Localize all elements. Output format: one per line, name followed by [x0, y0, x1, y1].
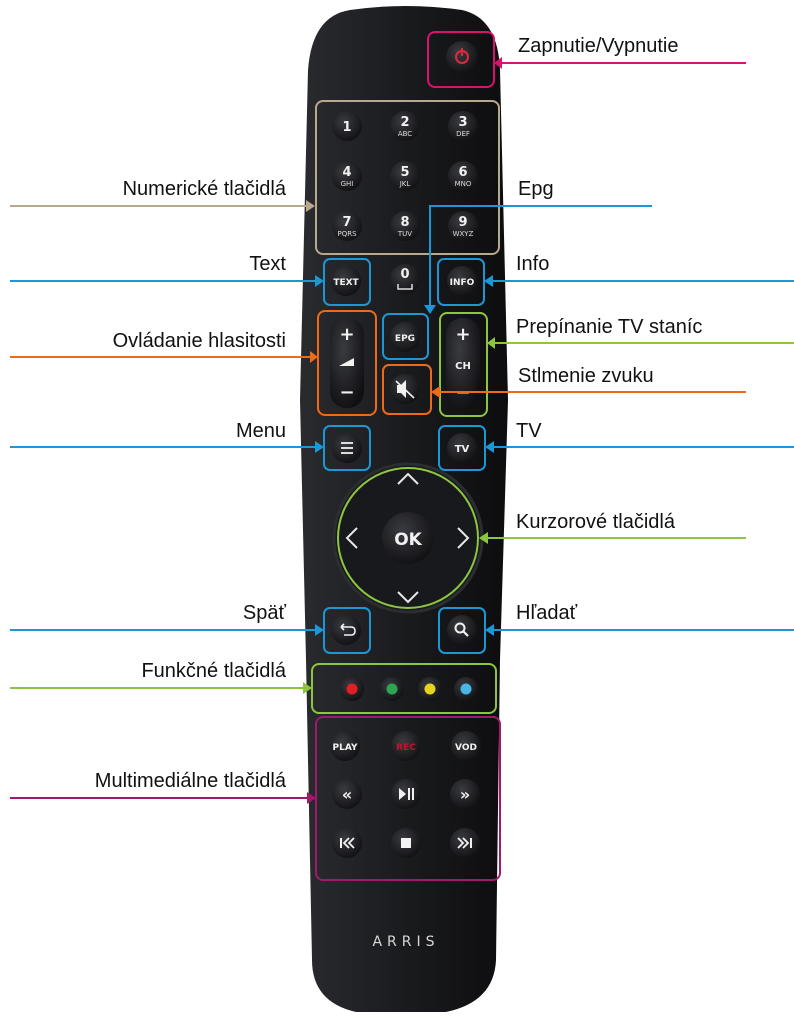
key-6-letters: MNO: [455, 180, 472, 188]
key-3-label: 3: [458, 115, 467, 130]
back-label: Späť: [243, 602, 287, 624]
key-0-label: 0: [400, 267, 409, 282]
key-3[interactable]: 3DEF: [448, 111, 478, 141]
key-8-label: 8: [400, 215, 409, 230]
key-9[interactable]: 9WXYZ: [448, 211, 478, 241]
skip-forward-button[interactable]: [450, 828, 480, 858]
channel-label: CH: [455, 361, 471, 372]
channel-up-label: +: [455, 324, 470, 345]
key-5-letters: JKL: [399, 180, 411, 188]
power-button[interactable]: [446, 41, 478, 73]
key-7[interactable]: 7PQRS: [332, 211, 362, 241]
menu-button[interactable]: [332, 433, 362, 463]
ok-label: OK: [394, 530, 422, 550]
stop-icon: [401, 838, 411, 848]
yellow-dot: [424, 683, 436, 695]
blue-dot: [460, 683, 472, 695]
key-4-letters: GHI: [341, 180, 354, 188]
power-label: Zapnutie/Vypnutie: [518, 35, 678, 57]
play-pause-button[interactable]: [391, 779, 421, 809]
fast-forward-icon: »: [460, 785, 470, 804]
key-7-letters: PQRS: [337, 230, 357, 238]
diagram-canvas: 1 2ABC 3DEF 4GHI 5JKL 6MNO 7PQRS 8TUV 9W…: [10, 6, 794, 1012]
skip-back-button[interactable]: [332, 828, 362, 858]
multimedia-label: Multimediálne tlačidlá: [95, 770, 287, 792]
remote-diagram: 1 2 ABC 3 DEF 4 GHI 5 JKL 6 MNO 7 PQRS 8 TUV 9W…: [0, 0, 794, 1016]
text-button-label: TEXT: [333, 278, 359, 288]
multimedia-buttons: PLAY REC VOD « »: [330, 731, 481, 858]
key-2-letters: ABC: [398, 130, 412, 138]
key-1[interactable]: 1: [332, 111, 362, 141]
key-6-label: 6: [458, 165, 467, 180]
rewind-button[interactable]: «: [332, 779, 362, 809]
key-7-label: 7: [342, 215, 351, 230]
channel-rocker[interactable]: + CH −: [446, 318, 480, 410]
key-9-letters: WXYZ: [453, 230, 474, 238]
function-label: Funkčné tlačidlá: [141, 660, 286, 682]
stop-button[interactable]: [391, 828, 421, 858]
text-button[interactable]: TEXT: [331, 266, 361, 296]
red-dot: [346, 683, 358, 695]
numeric-label: Numerické tlačidlá: [123, 178, 287, 200]
volume-down-label: −: [339, 382, 354, 403]
mute-button[interactable]: [390, 374, 420, 404]
mute-label: Stlmenie zvuku: [518, 365, 654, 387]
search-label: Hľadať: [516, 602, 578, 624]
record-button-label: REC: [396, 743, 416, 753]
key-6[interactable]: 6MNO: [448, 161, 478, 191]
info-button-label: INFO: [450, 278, 475, 288]
brand-logo: ARRIS: [372, 934, 439, 950]
red-button[interactable]: [340, 677, 364, 701]
key-9-label: 9: [458, 215, 467, 230]
volume-up-label: +: [339, 324, 354, 345]
key-3-letters: DEF: [456, 130, 470, 138]
tv-button[interactable]: TV: [447, 433, 477, 463]
vod-button-label: VOD: [455, 743, 477, 753]
green-button[interactable]: [380, 677, 404, 701]
key-5[interactable]: 5JKL: [390, 161, 420, 191]
volume-rocker[interactable]: + −: [330, 318, 364, 408]
fast-forward-button[interactable]: »: [450, 779, 480, 809]
key-2-label: 2: [400, 115, 409, 130]
record-button[interactable]: REC: [391, 731, 421, 761]
info-label: Info: [516, 253, 549, 275]
key-1-label: 1: [342, 120, 351, 135]
vod-button[interactable]: VOD: [451, 731, 481, 761]
key-0[interactable]: 0: [390, 264, 420, 294]
key-8[interactable]: 8TUV: [390, 211, 420, 241]
menu-label: Menu: [236, 420, 286, 442]
yellow-button[interactable]: [418, 677, 442, 701]
play-button-label: PLAY: [333, 743, 358, 753]
back-button[interactable]: [331, 615, 361, 645]
key-4[interactable]: 4GHI: [332, 161, 362, 191]
epg-button-label: EPG: [395, 334, 415, 344]
tv-label: TV: [516, 420, 542, 442]
cursor-label: Kurzorové tlačidlá: [516, 511, 676, 533]
search-button[interactable]: [447, 615, 477, 645]
key-2[interactable]: 2ABC: [390, 111, 420, 141]
rewind-icon: «: [342, 785, 352, 804]
channel-label-text: Prepínanie TV staníc: [516, 316, 702, 338]
tv-icon: TV: [455, 444, 470, 455]
green-dot: [386, 683, 398, 695]
epg-label: Epg: [518, 178, 554, 200]
volume-label: Ovládanie hlasitosti: [113, 330, 286, 352]
info-button[interactable]: INFO: [447, 266, 477, 296]
key-8-letters: TUV: [397, 230, 412, 238]
key-5-label: 5: [400, 165, 409, 180]
text-label: Text: [249, 253, 286, 275]
blue-button[interactable]: [454, 677, 478, 701]
d-pad[interactable]: OK: [332, 462, 484, 614]
epg-button[interactable]: EPG: [390, 322, 420, 352]
play-button[interactable]: PLAY: [330, 731, 360, 761]
key-4-label: 4: [342, 165, 351, 180]
